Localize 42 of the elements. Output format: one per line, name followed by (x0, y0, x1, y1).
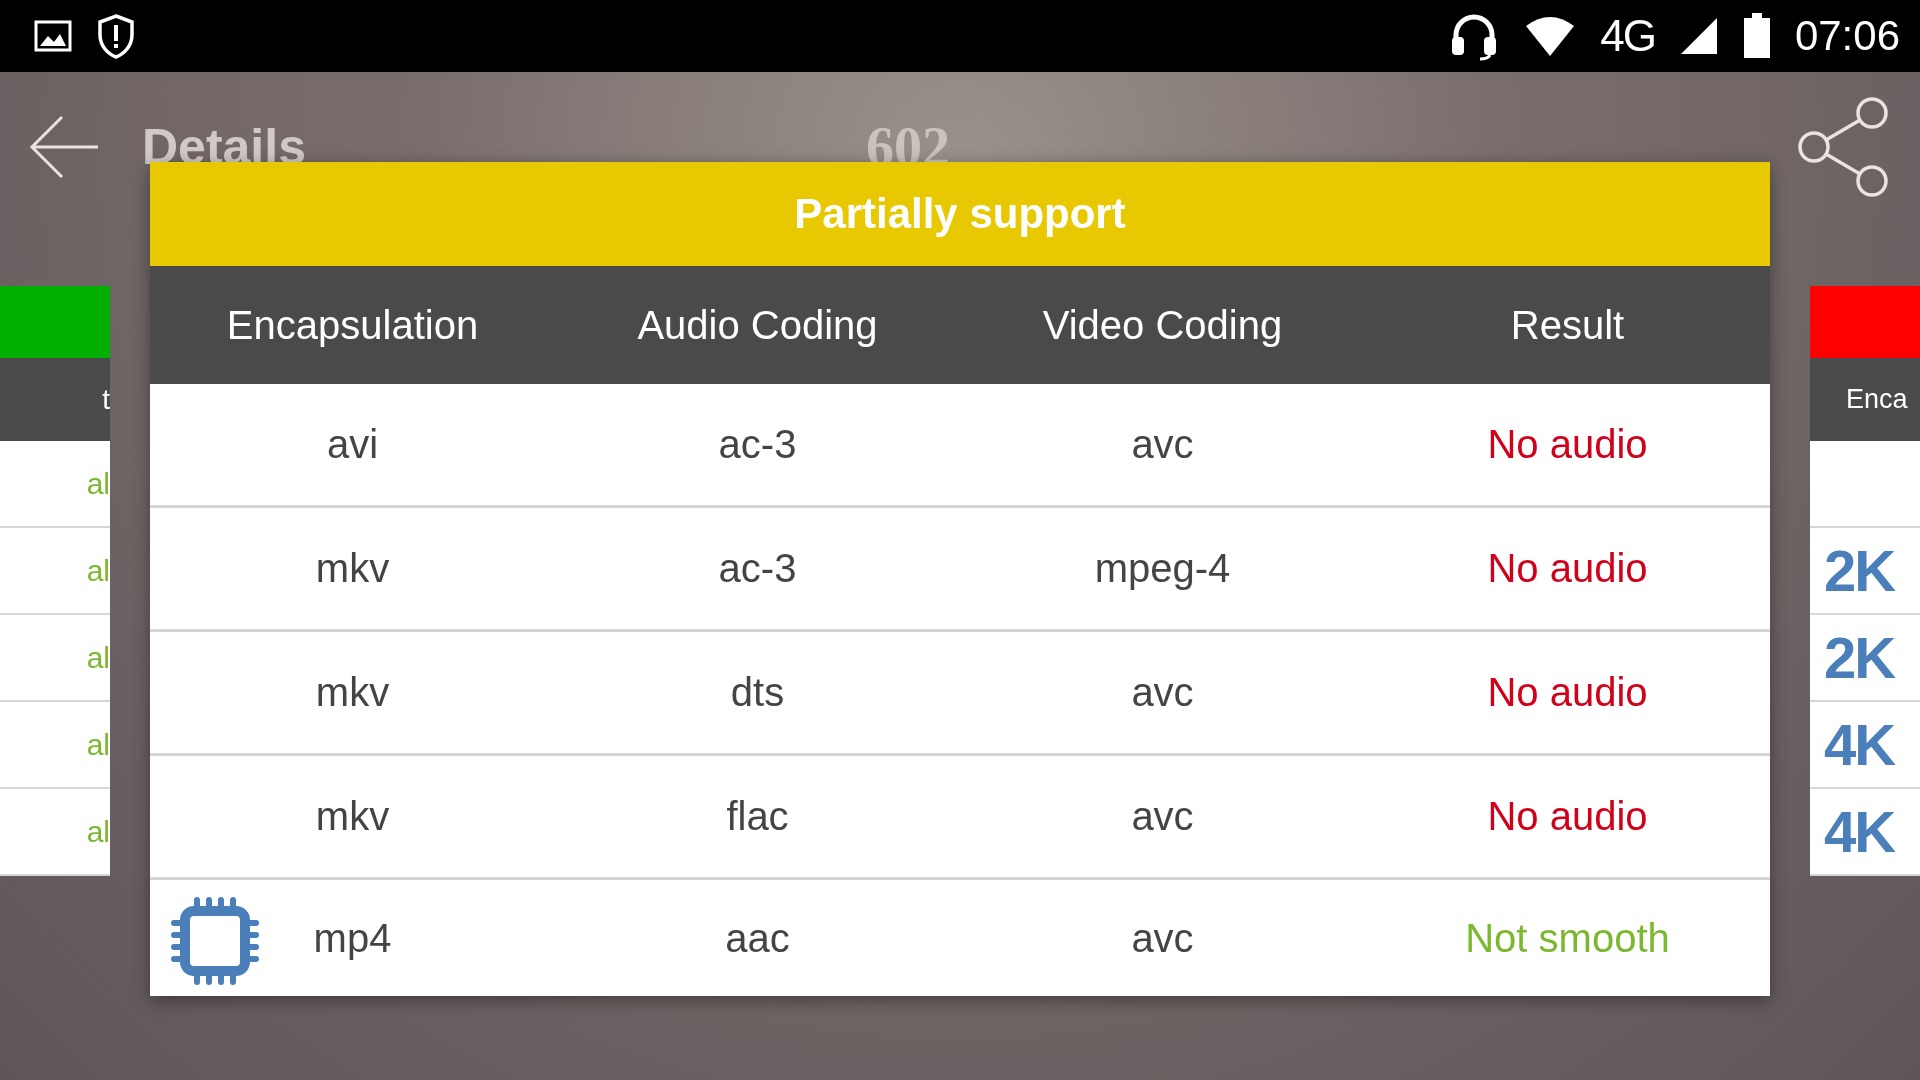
table-cell-text: avi (325, 422, 380, 467)
result-text: al (86, 727, 110, 762)
table-cell-text: mkv (314, 670, 391, 715)
table-cell-text: mp4 (312, 915, 393, 961)
table-cell-text: avc (1130, 670, 1195, 715)
table-cell-text: flac (725, 794, 790, 839)
column-header: Encapsulation (225, 302, 480, 348)
table-cell-text: avc (1130, 915, 1195, 961)
dialog-title: Partially support (150, 162, 1770, 266)
result-text: Not smooth (1464, 915, 1671, 961)
result-text: No audio (1486, 794, 1649, 839)
column-header: Video Coding (1041, 302, 1284, 348)
network-type: 4G (1600, 11, 1655, 61)
table-cell-text: mkv (314, 794, 391, 839)
table-cell-text: avc (1130, 794, 1195, 839)
table-cell-text: aac (724, 915, 791, 961)
wifi-icon (1524, 16, 1577, 56)
table-cell-text: mpeg-4 (1093, 546, 1232, 591)
battery-icon (1742, 13, 1771, 59)
table-cell-text: ac-3 (717, 422, 798, 467)
shield-alert-icon (96, 13, 136, 59)
table-cell-text: avc (1130, 422, 1195, 467)
column-header: t (0, 358, 110, 441)
resolution-label: 4K (1824, 798, 1895, 865)
result-text: No audio (1486, 546, 1649, 591)
table-cell-text: mkv (314, 546, 391, 591)
result-text: No audio (1486, 422, 1649, 467)
resolution-label: 2K (1824, 624, 1895, 691)
result-text: al (86, 466, 110, 501)
table-cell-text: ac-3 (717, 546, 798, 591)
resolution-label: 2K (1824, 537, 1895, 604)
column-header: Result (1509, 302, 1626, 348)
column-header: Enca (1810, 358, 1920, 441)
clock: 07:06 (1794, 12, 1900, 60)
resolution-label: 4K (1824, 711, 1895, 778)
result-text: al (86, 553, 110, 588)
result-text: No audio (1486, 670, 1649, 715)
result-text: al (86, 640, 110, 675)
image-icon (34, 20, 72, 52)
result-text: al (86, 814, 110, 849)
table-cell-text: dts (729, 670, 786, 715)
column-header: Audio Coding (636, 302, 879, 348)
